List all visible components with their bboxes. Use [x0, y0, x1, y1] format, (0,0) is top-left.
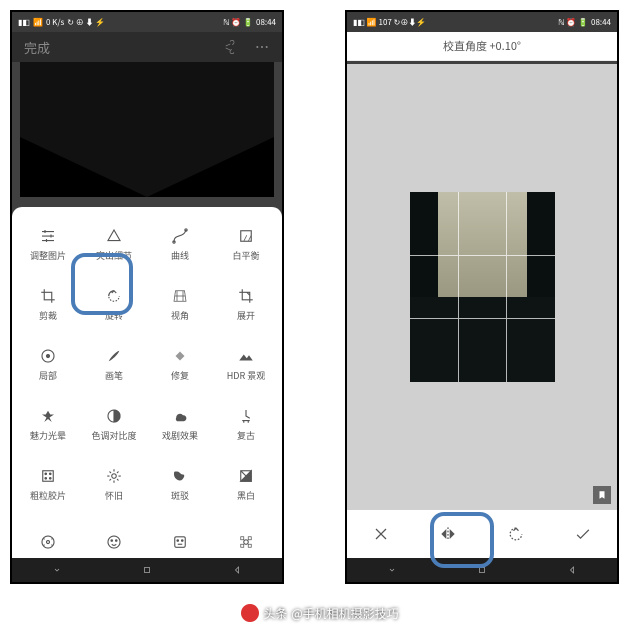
status-right: ℕ ⏰ 🔋08:44 [223, 17, 276, 28]
tool-tonal[interactable]: 色调对比度 [82, 395, 146, 453]
done-label[interactable]: 完成 [24, 38, 50, 57]
tool-whitebalance[interactable]: 白平衡 [214, 215, 278, 273]
rotate-icon[interactable] [506, 524, 526, 544]
tool-glamour[interactable]: 魅力光晕 [16, 395, 80, 453]
status-right: ℕ ⏰ 🔋08:44 [558, 17, 611, 28]
nav-back-icon[interactable] [566, 564, 578, 576]
tool-healing[interactable]: 修复 [148, 335, 212, 393]
tool-details[interactable]: 突出细节 [82, 215, 146, 273]
photo-with-grid[interactable] [410, 192, 555, 382]
tool-vintage[interactable]: 复古 [214, 395, 278, 453]
tool-expand[interactable]: 展开 [214, 275, 278, 333]
straighten-toolbar [347, 510, 617, 558]
phone-right: ▮◧ 📶 107 ↻⊕⬇⚡ ℕ ⏰ 🔋08:44 校直角度 +0.10° [345, 10, 619, 584]
tool-drama[interactable]: 戏剧效果 [148, 395, 212, 453]
tool-perspective[interactable]: 视角 [148, 275, 212, 333]
tools-grid: 调整图片 突出细节 曲线 白平衡 剪裁 旋转 视角 展开 局部 画笔 修复 HD… [12, 207, 282, 573]
straighten-angle-label: 校直角度 +0.10° [443, 38, 521, 54]
nav-back-icon[interactable] [231, 564, 243, 576]
tool-hdr[interactable]: HDR 景观 [214, 335, 278, 393]
tools-sheet: 调整图片 突出细节 曲线 白平衡 剪裁 旋转 视角 展开 局部 画笔 修复 HD… [12, 207, 282, 582]
tool-rotate[interactable]: 旋转 [82, 275, 146, 333]
watermark: 头条 @手机相机摄影技巧 [0, 604, 640, 622]
tool-crop[interactable]: 剪裁 [16, 275, 80, 333]
flip-horizontal-icon[interactable] [438, 524, 458, 544]
phone-left: ▮◧📶0 K/s↻ ⊕ ⬇ ⚡ ℕ ⏰ 🔋08:44 完成 调整图片 突出细节 … [10, 10, 284, 584]
tool-retrolux[interactable]: 怀旧 [82, 455, 146, 513]
nav-home-icon[interactable] [141, 564, 153, 576]
watermark-avatar [241, 604, 259, 622]
straighten-canvas[interactable] [347, 64, 617, 510]
nav-home-icon[interactable] [476, 564, 488, 576]
watermark-prefix: 头条 [263, 605, 287, 622]
tool-grainy[interactable]: 粗粒胶片 [16, 455, 80, 513]
tool-curves[interactable]: 曲线 [148, 215, 212, 273]
status-left: ▮◧ 📶 107 ↻⊕⬇⚡ [353, 17, 426, 28]
bookmark-icon[interactable] [593, 486, 611, 504]
status-bar: ▮◧ 📶 107 ↻⊕⬇⚡ ℕ ⏰ 🔋08:44 [347, 12, 617, 32]
cancel-icon[interactable] [371, 524, 391, 544]
watermark-name: @手机相机摄影技巧 [291, 605, 398, 622]
tool-selective[interactable]: 局部 [16, 335, 80, 393]
more-icon[interactable] [254, 39, 270, 55]
nav-menu-icon[interactable] [51, 564, 63, 576]
confirm-icon[interactable] [573, 524, 593, 544]
tool-tune[interactable]: 调整图片 [16, 215, 80, 273]
status-left: ▮◧📶0 K/s↻ ⊕ ⬇ ⚡ [18, 17, 105, 28]
tool-grunge[interactable]: 斑驳 [148, 455, 212, 513]
image-preview-dimmed [20, 62, 274, 197]
android-nav [12, 558, 282, 582]
nav-menu-icon[interactable] [386, 564, 398, 576]
straighten-header: 校直角度 +0.10° [347, 32, 617, 61]
tool-bw[interactable]: 黑白 [214, 455, 278, 513]
status-bar: ▮◧📶0 K/s↻ ⊕ ⬇ ⚡ ℕ ⏰ 🔋08:44 [12, 12, 282, 32]
tool-brush[interactable]: 画笔 [82, 335, 146, 393]
share-icon[interactable] [220, 39, 236, 55]
android-nav [347, 558, 617, 582]
editor-header-dimmed: 完成 [12, 32, 282, 62]
